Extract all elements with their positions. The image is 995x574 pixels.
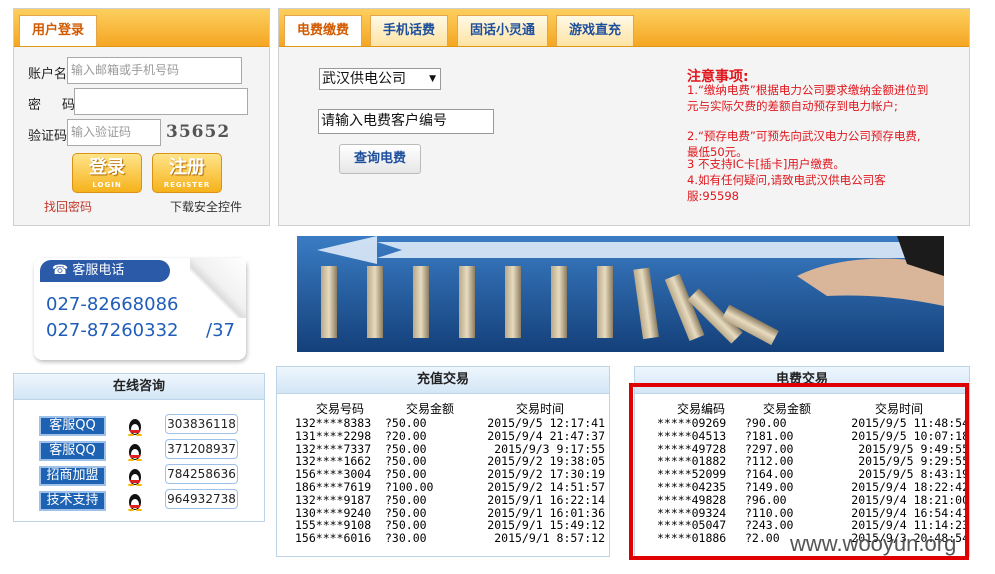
tab-landline[interactable]: 固话小灵通 bbox=[457, 15, 549, 46]
recharge-trades-body: 132****8383 ?50.00 2015/9/5 12:17:41 131***… bbox=[295, 417, 605, 545]
phone-number-2: 027-87260332 bbox=[46, 320, 179, 341]
domino-banner[interactable] bbox=[297, 236, 944, 352]
online-consult-panel: 在线咨询 客服QQ 303836118 客服QQ 371208937 招商加盟 … bbox=[13, 373, 265, 522]
notice-item-3: 3 不支持IC卡[插卡]用户缴费。 bbox=[687, 157, 845, 171]
table-cell: 131****2298 bbox=[295, 428, 372, 443]
table-cell: ?30.00 bbox=[385, 531, 427, 546]
table-cell: ?50.00 bbox=[385, 416, 427, 430]
column-header: 交易号码 bbox=[315, 402, 364, 417]
table-cell: ?50.00 bbox=[385, 492, 427, 507]
table-row: 132****8383 ?50.00 2015/9/5 12:17:41 bbox=[295, 417, 605, 430]
table-row: 132****9187 ?50.00 2015/9/1 16:22:14 bbox=[295, 492, 605, 507]
tech-support-button[interactable]: 技术支持 bbox=[39, 491, 106, 511]
recharge-trades-panel: 充值交易 交易号码 交易金额 交易时间 132****8383 ?50.00 201… bbox=[276, 366, 610, 557]
captcha-image[interactable]: 35652 bbox=[166, 122, 230, 142]
qq-number-3[interactable]: 784258636 bbox=[165, 464, 238, 484]
qq-penguin-icon[interactable] bbox=[125, 466, 145, 486]
password-input[interactable] bbox=[74, 88, 248, 115]
recharge-trades-title: 充值交易 bbox=[277, 367, 609, 394]
table-cell: ?100.00 bbox=[385, 479, 434, 494]
company-select[interactable]: 武汉供电公司 ▼ bbox=[319, 68, 441, 90]
column-header: 交易时间 bbox=[515, 402, 564, 417]
notice-item-1: 1.“缴纳电费”根据电力公司要求缴纳金额进位到元与实际欠费的差额自动预存到电力帐… bbox=[687, 83, 929, 113]
service-phone-tag: ☎ 客服电话 bbox=[40, 260, 170, 282]
login-header-bar: 用户登录 bbox=[14, 9, 269, 47]
download-control-link[interactable]: 下载安全控件 bbox=[170, 198, 242, 215]
qq-penguin-icon[interactable] bbox=[125, 416, 145, 436]
bill-payment-panel: 电费缴费 手机话费 固话小灵通 游戏直充 武汉供电公司 ▼ 请输入电费客户编号 … bbox=[278, 8, 970, 226]
company-select-value: 武汉供电公司 bbox=[322, 71, 406, 87]
table-cell: 132****9187 bbox=[295, 492, 372, 507]
table-cell: ?20.00 bbox=[385, 428, 427, 443]
bill-tabs-bar: 电费缴费 手机话费 固话小灵通 游戏直充 bbox=[279, 9, 969, 47]
account-input[interactable]: 输入邮箱或手机号码 bbox=[67, 57, 242, 84]
table-header-row: 交易号码 交易金额 交易时间 bbox=[295, 402, 605, 417]
qq-number-4[interactable]: 964932738 bbox=[165, 489, 238, 509]
table-cell: 156****6016 bbox=[295, 531, 372, 546]
banner-image bbox=[297, 236, 944, 352]
table-cell: 2015/9/1 16:22:14 bbox=[487, 492, 605, 507]
table-cell: 2015/9/4 21:47:37 bbox=[487, 428, 605, 443]
recharge-trades-table: 交易号码 交易金额 交易时间 132****8383 ?50.00 2015/9/5… bbox=[295, 402, 605, 545]
phone-number-1: 027-82668086 bbox=[46, 294, 179, 315]
page-curl-decoration bbox=[190, 258, 246, 318]
login-button-label: 登录 bbox=[89, 157, 125, 178]
notice-item-2: 2.“预存电费”可预先向武汉电力公司预存电费,最低50元。 bbox=[687, 129, 921, 159]
business-join-button[interactable]: 招商加盟 bbox=[39, 466, 106, 486]
qq-service-button-1[interactable]: 客服QQ bbox=[39, 416, 106, 436]
login-button-sub: LOGIN bbox=[92, 181, 122, 189]
service-phone-label: 客服电话 bbox=[72, 263, 125, 278]
login-panel: 用户登录 账户名 输入邮箱或手机号码 密 码 验证码 输入验证码 35652 登… bbox=[13, 8, 270, 226]
column-header: 交易金额 bbox=[405, 402, 454, 417]
arrow-shape bbox=[377, 242, 937, 258]
forgot-password-link[interactable]: 找回密码 bbox=[44, 198, 92, 215]
customer-number-input[interactable]: 请输入电费客户编号 bbox=[318, 109, 494, 134]
register-button[interactable]: 注册 REGISTER bbox=[152, 153, 222, 193]
password-label-1: 密 bbox=[28, 98, 42, 113]
service-phone-card: ☎ 客服电话 027-82668086 027-87260332 /37 bbox=[34, 258, 246, 360]
login-button[interactable]: 登录 LOGIN bbox=[72, 153, 142, 193]
account-label: 账户名 bbox=[28, 67, 68, 82]
tab-electric-bill[interactable]: 电费缴费 bbox=[284, 15, 363, 46]
qq-service-button-2[interactable]: 客服QQ bbox=[39, 441, 106, 461]
phone-icon: ☎ bbox=[52, 263, 69, 278]
online-consult-title: 在线咨询 bbox=[14, 374, 264, 400]
captcha-label: 验证码 bbox=[28, 129, 68, 144]
register-button-sub: REGISTER bbox=[163, 181, 211, 189]
table-row: 131****2298 ?20.00 2015/9/4 21:47:37 bbox=[295, 428, 605, 443]
table-cell: 186****7619 bbox=[295, 479, 372, 494]
qq-penguin-icon[interactable] bbox=[125, 441, 145, 461]
select-arrow-icon: ▼ bbox=[429, 74, 436, 84]
table-cell: 2015/9/1 8:57:12 bbox=[494, 531, 605, 546]
table-cell: 132****8383 bbox=[295, 416, 372, 430]
table-cell: 2015/9/5 12:17:41 bbox=[487, 416, 605, 430]
notice-item-4: 4.如有任何疑问,请致电武汉供电公司客服:95598 bbox=[687, 173, 886, 203]
table-row: 156****6016 ?30.00 2015/9/1 8:57:12 bbox=[295, 532, 605, 545]
table-row: 186****7619 ?100.00 2015/9/2 14:51:57 bbox=[295, 481, 605, 494]
tab-user-login[interactable]: 用户登录 bbox=[19, 15, 98, 46]
qq-penguin-icon[interactable] bbox=[125, 491, 145, 511]
register-button-label: 注册 bbox=[169, 157, 205, 178]
captcha-input[interactable]: 输入验证码 bbox=[67, 119, 161, 146]
tab-game-recharge[interactable]: 游戏直充 bbox=[556, 15, 635, 46]
watermark: www.wooyun.org bbox=[790, 531, 957, 556]
phone-number-suffix: /37 bbox=[206, 320, 235, 341]
qq-number-1[interactable]: 303836118 bbox=[165, 414, 238, 434]
query-bill-button[interactable]: 查询电费 bbox=[339, 144, 421, 174]
table-cell: 2015/9/2 14:51:57 bbox=[487, 479, 605, 494]
tab-mobile-bill[interactable]: 手机话费 bbox=[370, 15, 449, 46]
qq-number-2[interactable]: 371208937 bbox=[165, 439, 238, 459]
